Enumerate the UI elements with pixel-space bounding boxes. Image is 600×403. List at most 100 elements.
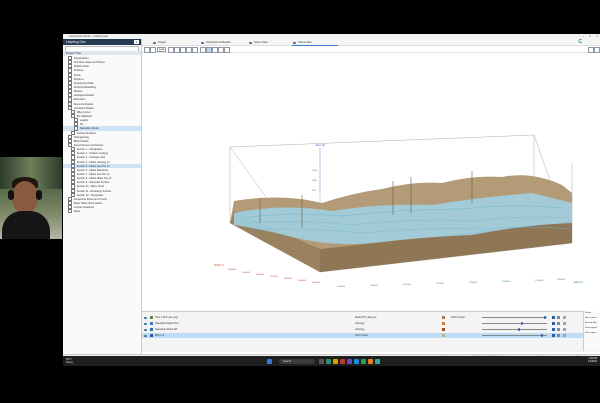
layer-row[interactable]: Saturation Model FN-b Lithology [142,321,600,326]
rotate-icon[interactable] [168,47,174,53]
weather-widget[interactable]: 26°C Sunny [66,358,73,364]
tab-scene-view-1[interactable]: Scene View [248,40,268,45]
lock-button[interactable]: Lock [157,47,167,52]
slider-handle[interactable] [540,334,543,337]
y-ticks: 1440000 1450000 1460000 1470000 1480000 … [228,269,321,284]
y-tick: 1460000 [256,274,265,276]
ruler-icon[interactable] [200,47,206,53]
colour-swatch[interactable] [442,316,445,319]
play-icon[interactable] [552,334,555,337]
project-tree-header: Project Tree [63,51,141,55]
tab-bar: Project Hydrothermal Boards Scene View S… [142,39,600,46]
layer-name: Saturation Model FN-b [155,322,180,325]
layer-name: Saturation Model WT [155,328,178,331]
visibility-eye-icon[interactable] [144,316,147,319]
shown-items-panel: Topo 1 (PC Lat.Long) Model WT_data_pts 100… [142,311,600,352]
layer-item: Lithology [355,328,365,331]
y-tick: 1470000 [270,276,279,278]
play-icon[interactable] [552,316,555,319]
outlook-icon[interactable] [354,358,359,364]
explorer-icon[interactable] [333,358,338,364]
colour-swatch[interactable] [442,322,445,325]
link-icon[interactable] [218,47,224,53]
app-name: Leapfrog Geo [66,40,86,44]
edge-icon[interactable] [326,358,331,364]
app-window: Geodynamic Model - Leapfrog Geo – □ × Le… [63,34,600,366]
select-icon[interactable] [206,47,212,53]
lock-icon[interactable] [557,322,560,325]
properties-panel: Shape Filter colours Exclude filter Show le… [583,311,600,351]
tab-hydrothermal[interactable]: Hydrothermal Boards [200,40,231,45]
more-icon[interactable] [594,47,600,53]
tree-item[interactable]: Notes [63,209,141,214]
folder-icon [68,209,73,214]
app-icon-red[interactable] [340,358,345,364]
property-item[interactable]: Show edges [584,331,600,336]
3d-scene[interactable]: Elev (Z) 1500 1000 500 North (Y) 1440000… [142,53,600,319]
settings-icon[interactable] [224,47,230,53]
slider-handle[interactable] [521,322,523,325]
remove-icon[interactable] [563,328,566,331]
lock-icon[interactable] [557,316,560,319]
draw-icon[interactable] [212,47,218,53]
transparency-slider[interactable] [482,317,547,318]
powerpoint-icon[interactable] [368,358,373,364]
colour-swatch[interactable] [442,334,445,337]
home-view-icon[interactable] [144,47,150,53]
slider-handle[interactable] [543,316,546,319]
play-icon[interactable] [552,322,555,325]
east-axis-label: East (X) [574,281,583,284]
excel-icon[interactable] [361,358,366,364]
x-tick: 1290000 [337,286,346,288]
visibility-eye-icon[interactable] [144,322,147,325]
lock-icon[interactable] [557,334,560,337]
transparency-slider[interactable] [482,335,547,336]
layer-item: Model WT_data_pts [355,316,377,319]
menu-button[interactable]: ≡ [134,40,139,44]
x-ticks: 1290000 1300000 1310000 1320000 1330000 … [337,279,566,288]
tab-project[interactable]: Project [152,40,166,45]
play-icon[interactable] [552,328,555,331]
zoom-icon[interactable] [180,47,186,53]
save-scene-icon[interactable] [150,47,156,53]
x-tick: 1360000 [557,279,566,281]
taskbar-search[interactable]: Search [279,358,315,364]
transparency-slider[interactable] [482,329,547,330]
layer-name: Topo 1 (PC Lat.Long) [155,316,178,319]
y-tick: 1490000 [298,280,307,282]
scene-toolbar: Lock [142,46,600,53]
task-view-icon[interactable] [319,358,324,364]
x-tick: 1350000 [535,280,544,282]
lock-icon[interactable] [557,328,560,331]
x-tick: 1300000 [370,285,379,287]
remove-icon[interactable] [563,322,566,325]
y-tick: 1440000 [228,269,237,271]
headset-icon [8,190,14,200]
visibility-eye-icon[interactable] [144,334,147,337]
layer-row[interactable]: Saturation Model WT Lithology [142,327,600,332]
webcam-overlay [0,157,62,239]
clock[interactable]: 4:49 PM 4/2/2024 [588,358,597,365]
layer-row[interactable]: Wiley Lit Point Colour [142,333,600,338]
panel-toggle-icon[interactable] [588,47,594,53]
pan-icon[interactable] [174,47,180,53]
start-icon[interactable] [267,358,272,364]
visibility-eye-icon[interactable] [144,328,147,331]
slice-icon[interactable] [186,47,192,53]
x-tick: 1310000 [403,284,412,286]
remove-icon[interactable] [563,334,566,337]
layer-swatch [150,334,153,337]
teams-icon[interactable] [347,358,352,364]
z-tick: 1000 [312,180,318,182]
slider-handle[interactable] [517,328,520,331]
y-tick: 1480000 [284,278,293,280]
colour-swatch[interactable] [442,328,445,331]
brand-logo: C [578,39,582,45]
measure-icon[interactable] [192,47,198,53]
layer-item: Point Colour [355,334,369,337]
leapfrog-icon[interactable] [375,358,380,364]
geology-body [230,175,572,272]
remove-icon[interactable] [563,316,566,319]
layer-row[interactable]: Topo 1 (PC Lat.Long) Model WT_data_pts 100… [142,315,600,320]
transparency-slider[interactable] [482,323,547,324]
